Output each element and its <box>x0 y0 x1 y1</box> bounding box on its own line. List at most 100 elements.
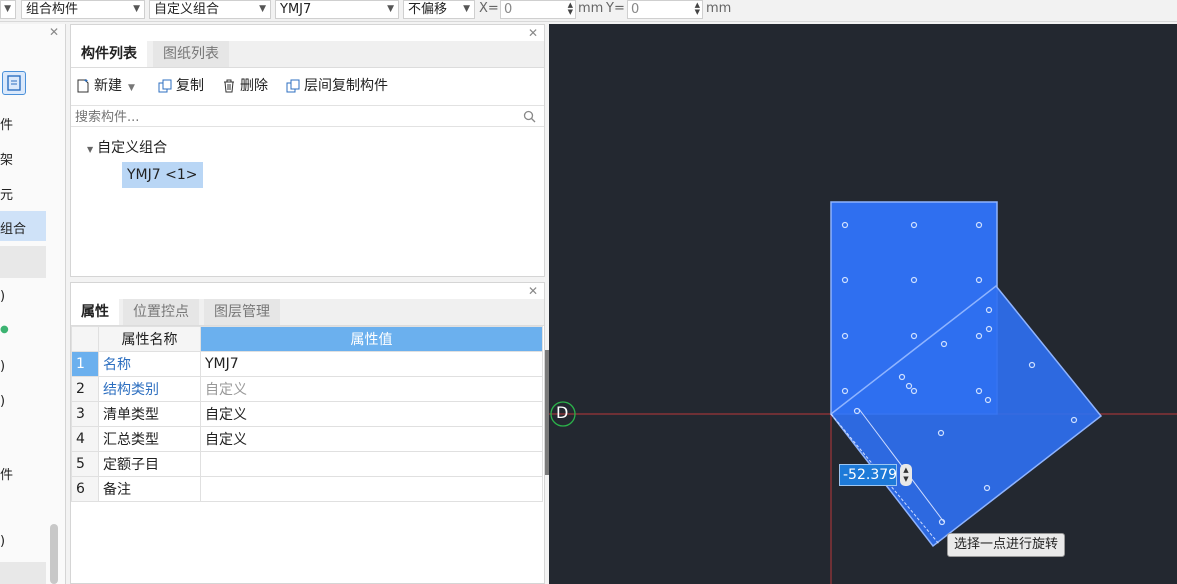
row-name: 备注 <box>98 476 201 502</box>
row-value[interactable]: YMJ7 <box>200 351 543 377</box>
header-name: 属性名称 <box>98 326 201 352</box>
row-value[interactable]: 自定义 <box>200 376 543 402</box>
tab-layer-management[interactable]: 图层管理 <box>204 299 280 325</box>
tab-position-points[interactable]: 位置控点 <box>123 299 199 325</box>
drawing-canvas[interactable]: D -52.379 ▲ ▼ 选择一点进行旋转 <box>549 24 1177 584</box>
chevron-down-icon: ▼ <box>259 4 266 14</box>
close-icon[interactable]: ✕ <box>528 25 538 41</box>
top-toolbar: ▼ 组合构件 ▼ 自定义组合 ▼ YMJ7 ▼ 不偏移 ▼ X= 0 ▲ ▼ mm Y= 0… <box>0 0 1177 22</box>
table-row[interactable]: 1 名称 YMJ7 <box>71 351 543 377</box>
copy-icon <box>286 79 300 93</box>
y-label: Y= <box>606 1 625 16</box>
header-value: 属性值 <box>200 326 543 352</box>
component-type-value: 组合构件 <box>26 2 79 17</box>
x-label: X= <box>479 1 499 16</box>
angle-value: -52.379 <box>843 467 898 483</box>
nav-item[interactable]: ) <box>0 394 5 409</box>
floor-copy-button-label: 层间复制构件 <box>304 78 388 94</box>
y-input[interactable]: 0 ▲ ▼ <box>627 0 703 19</box>
component-list-panel: ✕ 构件列表 图纸列表 新建 ▼ 复制 删除 层间复制构件 ▼ 自定义组合 YMJ7… <box>70 24 545 277</box>
tab-component-list[interactable]: 构件列表 <box>71 41 147 67</box>
component-subtype-value: 自定义组合 <box>154 2 220 17</box>
floor-copy-button[interactable]: 层间复制构件 <box>285 75 388 97</box>
x-spinner-icon[interactable]: ▲ ▼ <box>568 2 573 16</box>
new-file-icon <box>77 79 89 93</box>
left-nav-panel: ✕ 件 架 元 组合 ) ● ) ) 件 ) <box>0 24 66 584</box>
row-num: 4 <box>71 426 99 452</box>
tree-group-node[interactable]: ▼ 自定义组合 <box>87 137 167 157</box>
table-row[interactable]: 4 汇总类型 自定义 <box>71 426 543 452</box>
nav-item[interactable]: ) <box>0 359 5 374</box>
row-name: 清单类型 <box>98 401 201 427</box>
copy-button-label: 复制 <box>176 78 204 94</box>
search-bar <box>71 105 544 127</box>
row-name: 汇总类型 <box>98 426 201 452</box>
nav-item[interactable]: ) <box>0 534 5 549</box>
nav-group-header[interactable] <box>0 246 46 278</box>
angle-input[interactable]: -52.379 <box>839 464 897 486</box>
delete-button[interactable]: 删除 <box>221 75 268 97</box>
row-num: 6 <box>71 476 99 502</box>
nav-item[interactable]: 元 <box>0 184 13 203</box>
row-value[interactable]: 自定义 <box>200 426 543 452</box>
row-value[interactable] <box>200 476 543 502</box>
close-icon[interactable]: ✕ <box>49 24 59 40</box>
tree-group-label: 自定义组合 <box>97 140 168 156</box>
row-value[interactable] <box>200 451 543 477</box>
caret-down-icon[interactable]: ▼ <box>87 145 93 154</box>
x-input-value: 0 <box>504 2 513 17</box>
component-name-select[interactable]: YMJ7 ▼ <box>275 0 399 19</box>
component-subtype-select[interactable]: 自定义组合 ▼ <box>149 0 271 19</box>
chevron-down-icon[interactable]: ▼ <box>128 83 135 93</box>
table-header-row: 属性名称 属性值 <box>71 326 543 352</box>
offset-value: 不偏移 <box>408 2 448 17</box>
tab-properties[interactable]: 属性 <box>71 299 119 325</box>
green-dot-icon: ● <box>0 324 9 335</box>
first-combo[interactable]: ▼ <box>0 0 16 19</box>
table-row[interactable]: 3 清单类型 自定义 <box>71 401 543 427</box>
x-input[interactable]: 0 ▲ ▼ <box>500 0 576 19</box>
property-panel: ✕ 属性 位置控点 图层管理 属性名称 属性值 1 名称 YMJ7 2 结构类别… <box>70 282 545 584</box>
rotate-tooltip: 选择一点进行旋转 <box>947 533 1066 557</box>
search-input[interactable] <box>73 107 517 127</box>
row-name: 定额子目 <box>98 451 201 477</box>
header-num <box>71 326 99 352</box>
chevron-down-icon: ▼ <box>133 4 140 14</box>
copy-button[interactable]: 复制 <box>157 75 204 97</box>
row-num: 1 <box>71 351 99 377</box>
property-tabs: 属性 位置控点 图层管理 <box>71 299 544 326</box>
row-name: 结构类别 <box>98 376 201 402</box>
x-unit: mm <box>578 1 604 16</box>
row-num: 2 <box>71 376 99 402</box>
nav-item[interactable]: 件 <box>0 464 13 483</box>
component-tabs: 构件列表 图纸列表 <box>71 41 544 68</box>
component-type-select[interactable]: 组合构件 ▼ <box>21 0 145 19</box>
nav-bottom-item[interactable] <box>0 562 46 584</box>
angle-spinner-icon[interactable]: ▲ ▼ <box>900 464 912 486</box>
chevron-down-icon: ▼ <box>463 4 470 14</box>
nav-item-selected[interactable]: 组合 <box>0 211 46 241</box>
canvas-drawing <box>549 201 1177 584</box>
table-row[interactable]: 2 结构类别 自定义 <box>71 376 543 402</box>
table-row[interactable]: 6 备注 <box>71 476 543 502</box>
nav-item[interactable]: 架 <box>0 149 13 168</box>
axis-label: D <box>556 403 569 422</box>
row-value[interactable]: 自定义 <box>200 401 543 427</box>
close-icon[interactable]: ✕ <box>528 283 538 299</box>
nav-item-label: 组合 <box>0 222 27 237</box>
nav-item[interactable]: ) <box>0 289 5 304</box>
search-icon[interactable] <box>523 110 536 123</box>
tree-item-selected[interactable]: YMJ7 <1> <box>122 162 203 188</box>
chevron-down-icon: ▼ <box>4 4 11 14</box>
offset-select[interactable]: 不偏移 ▼ <box>403 0 475 19</box>
scrollbar-thumb[interactable] <box>50 524 58 584</box>
new-button[interactable]: 新建 ▼ <box>75 75 135 97</box>
component-name-value: YMJ7 <box>280 2 312 17</box>
nav-item[interactable]: 件 <box>0 114 13 133</box>
table-row[interactable]: 5 定额子目 <box>71 451 543 477</box>
chevron-down-icon: ▼ <box>387 4 394 14</box>
tab-drawing-list[interactable]: 图纸列表 <box>153 41 229 67</box>
y-spinner-icon[interactable]: ▲ ▼ <box>695 2 700 16</box>
list-view-icon[interactable] <box>2 71 26 95</box>
row-num: 3 <box>71 401 99 427</box>
